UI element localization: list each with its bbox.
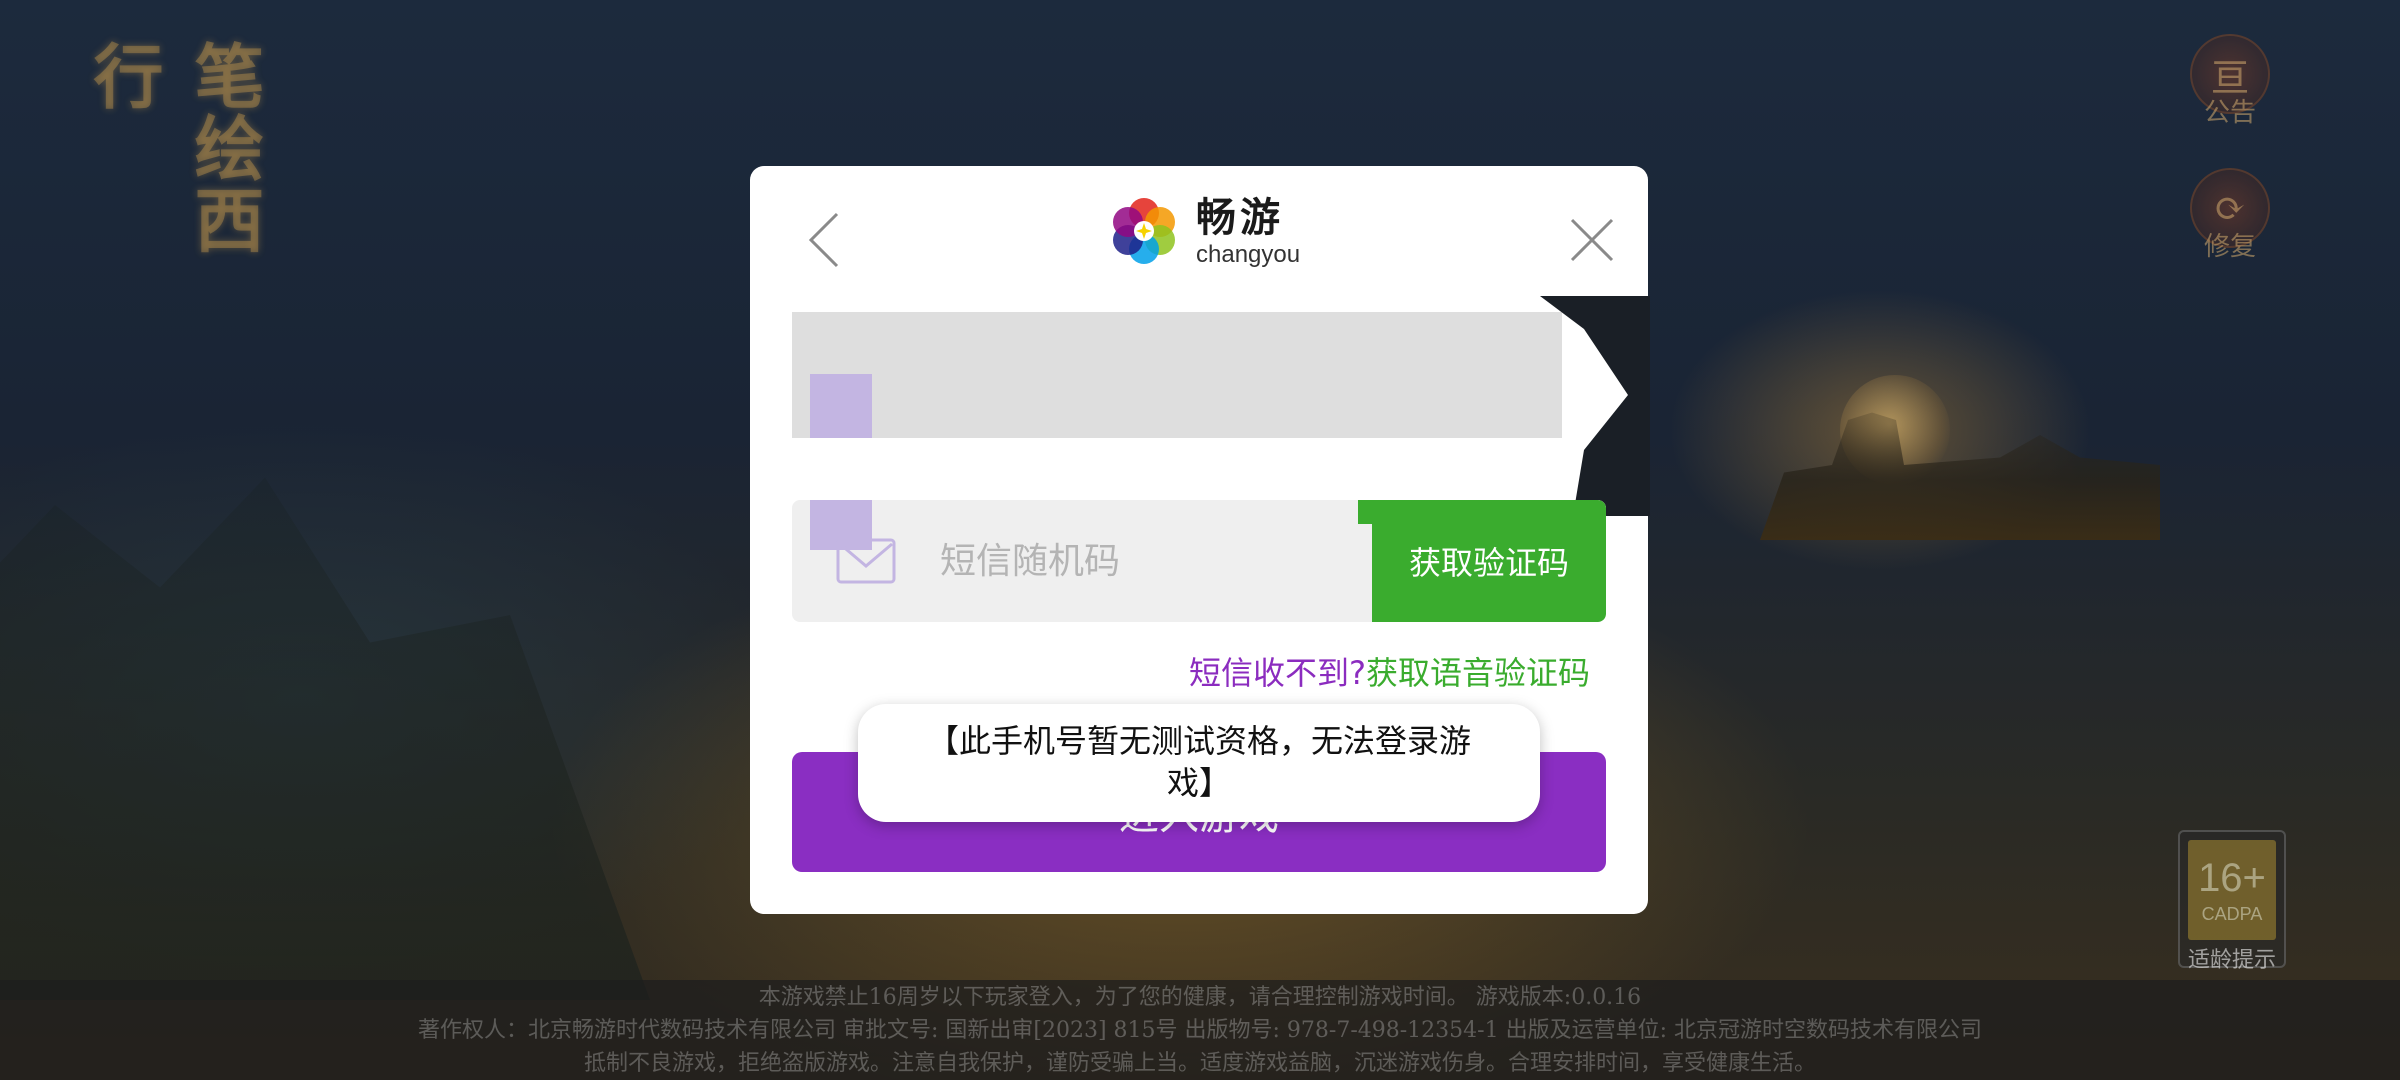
sms-code-input[interactable] <box>940 500 1340 622</box>
notice-label: 公告 <box>2203 98 2256 128</box>
age-rating-org: CADPA <box>2201 904 2263 924</box>
footer-line-2: 著作权人：北京畅游时代数码技术有限公司 审批文号: 国新出审[2023] 815… <box>417 1018 1983 1043</box>
changyou-logo: 畅游 changyou <box>1106 186 1306 276</box>
mail-icon <box>836 538 896 584</box>
game-title-logo: 笔绘西行 <box>82 40 266 256</box>
changyou-flower-icon <box>1113 198 1175 264</box>
logo-chinese-text: 畅游 <box>1196 195 1284 241</box>
logo-english-text: changyou <box>1196 241 1301 268</box>
legal-footer: 本游戏禁止16周岁以下玩家登入，为了您的健康，请合理控制游戏时间。 游戏版本:0… <box>0 980 2400 1080</box>
error-toast: 【此手机号暂无测试资格，无法登录游戏】 <box>858 704 1540 822</box>
repair-button[interactable]: ⟳ 修复 <box>2180 168 2280 263</box>
voice-code-action: 获取语音验证码 <box>1365 654 1590 692</box>
game-login-screen: 笔绘西行 亘 公告 ⟳ 修复 16+ CADPA 适龄提示 本游戏禁止16周岁以… <box>0 0 2400 1080</box>
footer-line-1: 本游戏禁止16周岁以下玩家登入，为了您的健康，请合理控制游戏时间。 游戏版本:0… <box>758 985 1642 1010</box>
get-code-button[interactable]: 获取验证码 <box>1358 500 1606 622</box>
repair-label: 修复 <box>2203 232 2256 262</box>
age-rating-value: 16+ <box>2198 856 2266 900</box>
close-icon <box>1570 218 1614 262</box>
background-mountain <box>0 477 650 1000</box>
background-palace <box>1760 412 2160 540</box>
voice-code-question: 短信收不到? <box>1188 654 1366 692</box>
voice-code-link[interactable]: 短信收不到?获取语音验证码 <box>1189 648 1590 694</box>
phone-number-field[interactable] <box>792 312 1562 438</box>
age-rating-badge[interactable]: 16+ CADPA 适龄提示 <box>2178 830 2286 972</box>
age-rating-tip: 适龄提示 <box>2187 947 2276 972</box>
close-button[interactable] <box>1552 200 1632 280</box>
sms-code-row: 获取验证码 <box>792 500 1606 622</box>
get-code-label: 获取验证码 <box>1408 544 1569 582</box>
field-divider <box>792 438 1612 500</box>
phone-icon <box>810 374 872 438</box>
toast-message: 【此手机号暂无测试资格，无法登录游戏】 <box>926 722 1471 802</box>
footer-line-3: 抵制不良游戏，拒绝盗版游戏。注意自我保护，谨防受骗上当。适度游戏益脑，沉迷游戏伤… <box>583 1051 1816 1076</box>
chevron-left-icon <box>808 212 839 268</box>
notice-button[interactable]: 亘 公告 <box>2180 34 2280 129</box>
back-button[interactable] <box>794 200 854 280</box>
